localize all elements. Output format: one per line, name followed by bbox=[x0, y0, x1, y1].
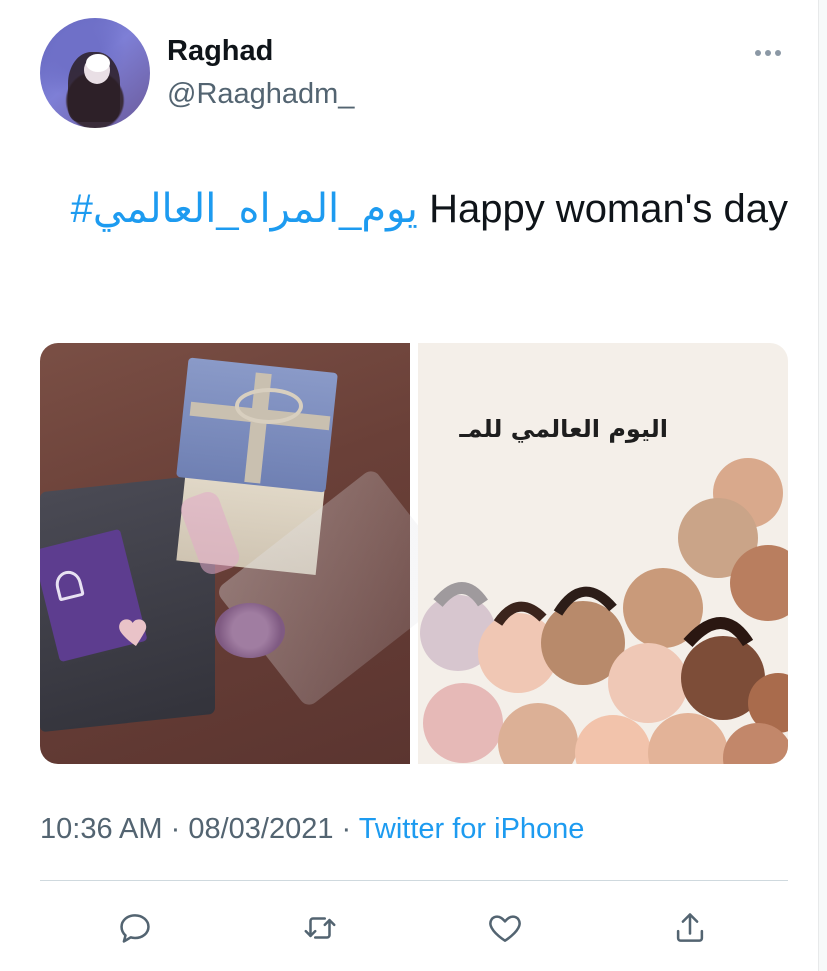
avatar[interactable] bbox=[40, 18, 150, 128]
share-icon bbox=[676, 913, 704, 942]
tweet-time: 10:36 AM bbox=[40, 813, 163, 845]
heart-sticker bbox=[119, 619, 147, 646]
meta-separator: · bbox=[341, 813, 352, 845]
dot bbox=[755, 50, 761, 56]
tweet-body: Happy woman's day bbox=[429, 187, 788, 231]
tweet-meta: 10:36 AM · 08/03/2021 · Twitter for iPho… bbox=[40, 813, 584, 846]
women-faces-illustration bbox=[420, 458, 788, 764]
scrollbar-track bbox=[818, 0, 827, 971]
hashtag-link[interactable]: #يوم_المراه_العالمي bbox=[71, 187, 418, 231]
user-handle[interactable]: @Raaghadm_ bbox=[167, 78, 354, 111]
meta-separator: · bbox=[170, 813, 181, 845]
reply-button[interactable] bbox=[113, 906, 157, 950]
card-logo bbox=[52, 568, 85, 602]
heart-icon bbox=[489, 915, 521, 942]
tweet-date: 08/03/2021 bbox=[188, 813, 334, 845]
reply-icon bbox=[120, 914, 150, 943]
like-button[interactable] bbox=[483, 906, 527, 950]
tweet-source-link[interactable]: Twitter for iPhone bbox=[359, 813, 585, 845]
dot bbox=[775, 50, 781, 56]
tweet-text: #يوم_المراه_العالمي Happy woman's day bbox=[40, 178, 788, 240]
action-bar bbox=[40, 900, 788, 956]
photo-gifts[interactable] bbox=[40, 343, 465, 764]
avatar-flower bbox=[86, 54, 110, 72]
retweet-button[interactable] bbox=[298, 906, 342, 950]
divider bbox=[40, 880, 788, 881]
rose bbox=[215, 603, 285, 658]
more-dots-icon[interactable] bbox=[748, 38, 788, 68]
ribbon-bow bbox=[235, 388, 303, 424]
photo-womens-day-illustration[interactable]: اليوم العالمي للمـ bbox=[418, 343, 788, 764]
media-grid: اليوم العالمي للمـ bbox=[40, 343, 788, 764]
retweet-icon bbox=[304, 917, 336, 939]
user-display-name[interactable]: Raghad bbox=[167, 35, 273, 68]
dot bbox=[765, 50, 771, 56]
share-button[interactable] bbox=[668, 906, 712, 950]
